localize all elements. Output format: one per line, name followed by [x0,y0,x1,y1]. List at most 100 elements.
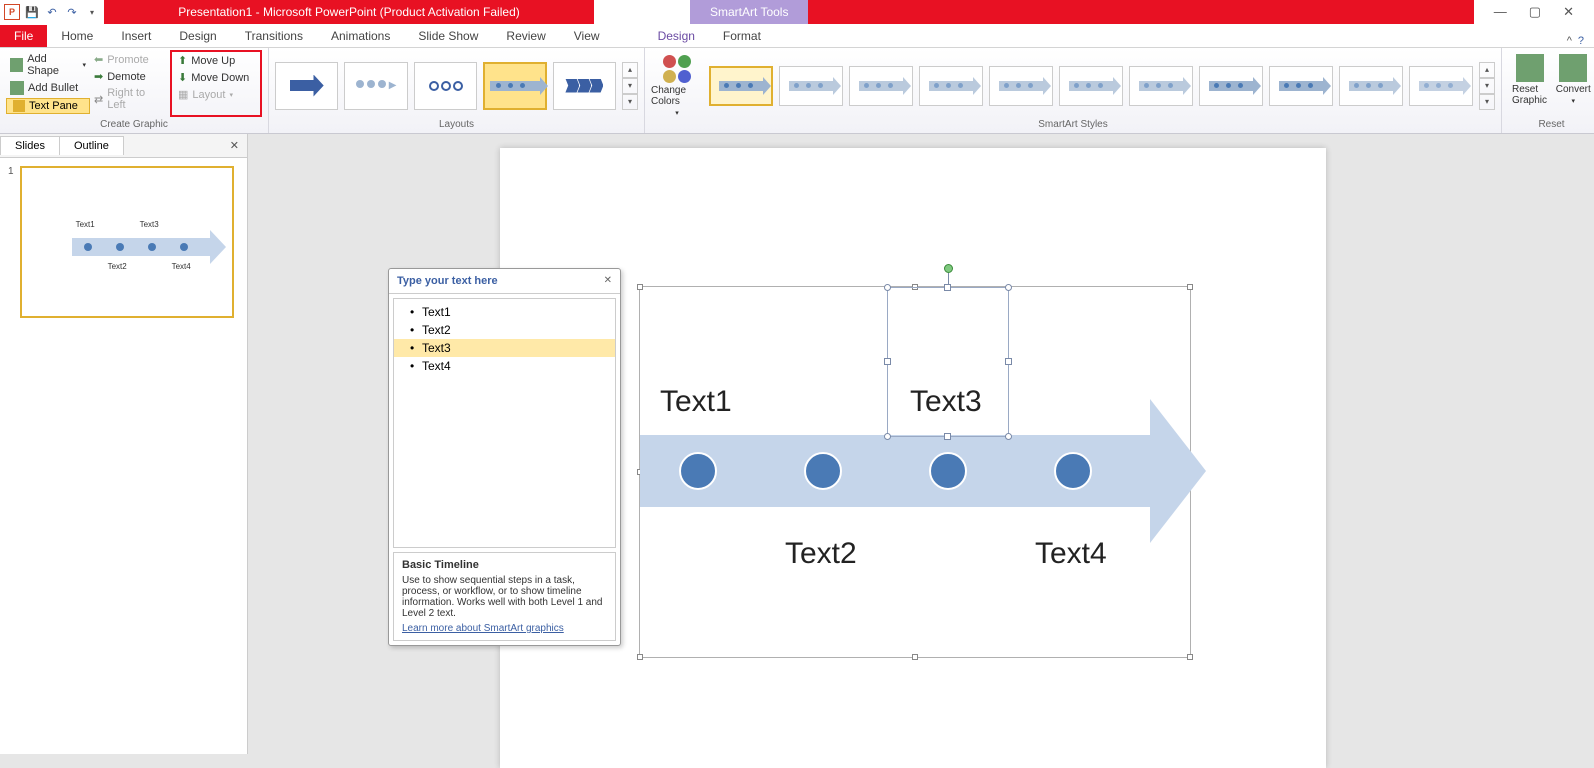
style-option-9[interactable] [1269,66,1333,106]
move-up-button[interactable]: ⬆Move Up [174,53,258,68]
ribbon-minimize-icon[interactable]: ^ [1567,35,1572,47]
textpane-item-1[interactable]: Text1 [394,303,615,321]
slide-editor[interactable]: Text1 Text3 Text2 Text4 Type your text h… [248,134,1594,754]
rotation-handle-icon[interactable] [944,264,953,273]
undo-icon[interactable]: ↶ [44,4,60,20]
timeline-node-3[interactable] [929,452,967,490]
maximize-button[interactable]: ▢ [1529,4,1541,20]
close-button[interactable]: ✕ [1563,4,1574,20]
thumb-text1: Text1 [76,220,95,229]
tab-smartart-design[interactable]: Design [644,25,709,47]
minimize-button[interactable]: ― [1494,4,1507,20]
layout-option-2[interactable]: ▶ [344,62,407,110]
layout-option-4[interactable] [483,62,546,110]
timeline-node-2[interactable] [804,452,842,490]
add-bullet-icon [10,81,24,95]
tab-home[interactable]: Home [47,25,107,47]
style-option-8[interactable] [1199,66,1263,106]
help-icon[interactable]: ? [1578,35,1584,47]
style-option-1[interactable] [709,66,773,106]
scroll-down-icon[interactable]: ▾ [622,78,638,94]
move-highlight: ⬆Move Up ⬇Move Down ▦Layout ▾ [170,50,262,117]
thumb-text4: Text4 [172,262,191,271]
qat-dropdown-icon[interactable]: ▾ [84,4,100,20]
move-down-button[interactable]: ⬇Move Down [174,70,258,85]
group-label-reset: Reset [1508,117,1594,133]
slides-tab[interactable]: Slides [0,136,60,155]
tab-insert[interactable]: Insert [107,25,165,47]
window-controls: ― ▢ ✕ [1474,4,1594,20]
tab-review[interactable]: Review [492,25,559,47]
change-colors-button[interactable]: Change Colors▾ [651,55,703,117]
demote-icon: ➡ [94,70,103,83]
smartart-graphic[interactable]: Text1 Text3 Text2 Text4 [639,286,1191,658]
outline-tab[interactable]: Outline [59,136,124,155]
tab-view[interactable]: View [560,25,614,47]
smartart-tools-title: SmartArt Tools [690,0,808,24]
smartart-text-2[interactable]: Text2 [785,537,857,571]
scroll-up-icon[interactable]: ▴ [1479,62,1495,78]
group-reset: Reset Graphic Convert▾ Reset [1502,48,1594,133]
textpane-item-2[interactable]: Text2 [394,321,615,339]
layout-option-1[interactable] [275,62,338,110]
promote-button[interactable]: ⬅Promote [90,52,170,67]
tab-design[interactable]: Design [165,25,230,47]
rtl-icon: ⇄ [94,93,103,106]
tab-transitions[interactable]: Transitions [231,25,317,47]
text-pane-panel[interactable]: Type your text here ✕ Text1 Text2 Text3 … [388,268,621,646]
quick-access-toolbar: P 💾 ↶ ↷ ▾ [0,0,104,24]
layout-button[interactable]: ▦Layout ▾ [174,87,258,102]
redo-icon[interactable]: ↷ [64,4,80,20]
add-shape-icon [10,58,23,72]
group-layouts: ▶ ▴▾▾ Layouts [269,48,645,133]
group-smartart-styles: Change Colors▾ ▴▾▾ SmartArt Styles [645,48,1502,133]
scroll-more-icon[interactable]: ▾ [622,94,638,110]
tab-smartart-format[interactable]: Format [709,25,775,47]
tab-animations[interactable]: Animations [317,25,404,47]
scroll-more-icon[interactable]: ▾ [1479,94,1495,110]
ribbon: Add Shape ▾ Add Bullet Text Pane ⬅Promot… [0,48,1594,134]
layout-option-3[interactable] [414,62,477,110]
timeline-node-4[interactable] [1054,452,1092,490]
file-tab[interactable]: File [0,25,47,47]
slide-canvas[interactable]: Text1 Text3 Text2 Text4 [500,148,1326,768]
demote-button[interactable]: ➡Demote [90,69,170,84]
style-option-4[interactable] [919,66,983,106]
selection-box[interactable] [887,287,1009,437]
add-shape-button[interactable]: Add Shape ▾ [6,52,90,78]
textpane-item-3[interactable]: Text3 [394,339,615,357]
layout-icon: ▦ [178,88,188,101]
reset-graphic-button[interactable]: Reset Graphic [1512,54,1548,117]
textpane-close-icon[interactable]: ✕ [604,275,612,287]
convert-button[interactable]: Convert▾ [1556,54,1592,117]
convert-icon [1559,54,1587,82]
add-bullet-button[interactable]: Add Bullet [6,80,90,96]
layout-option-5[interactable] [553,62,616,110]
style-option-10[interactable] [1339,66,1403,106]
style-option-11[interactable] [1409,66,1473,106]
timeline-node-1[interactable] [679,452,717,490]
style-option-3[interactable] [849,66,913,106]
textpane-learn-more-link[interactable]: Learn more about SmartArt graphics [402,623,564,634]
text-pane-button[interactable]: Text Pane [6,98,90,114]
right-to-left-button[interactable]: ⇄Right to Left [90,86,170,112]
title-bar: P 💾 ↶ ↷ ▾ Presentation1 - Microsoft Powe… [0,0,1594,24]
styles-scroll[interactable]: ▴▾▾ [1479,62,1495,110]
window-title: Presentation1 - Microsoft PowerPoint (Pr… [104,0,594,24]
textpane-item-4[interactable]: Text4 [394,357,615,375]
style-option-6[interactable] [1059,66,1123,106]
layouts-scroll[interactable]: ▴▾▾ [622,62,638,110]
scroll-down-icon[interactable]: ▾ [1479,78,1495,94]
scroll-up-icon[interactable]: ▴ [622,62,638,78]
tab-slideshow[interactable]: Slide Show [404,25,492,47]
promote-icon: ⬅ [94,53,103,66]
style-option-2[interactable] [779,66,843,106]
smartart-text-1[interactable]: Text1 [660,385,732,419]
style-option-5[interactable] [989,66,1053,106]
panel-close-icon[interactable]: ✕ [222,139,247,152]
smartart-text-4[interactable]: Text4 [1035,537,1107,571]
textpane-list[interactable]: Text1 Text2 Text3 Text4 [393,298,616,548]
slide-thumbnail-1[interactable]: Text1 Text3 Text2 Text4 [20,166,234,318]
style-option-7[interactable] [1129,66,1193,106]
save-icon[interactable]: 💾 [24,4,40,20]
